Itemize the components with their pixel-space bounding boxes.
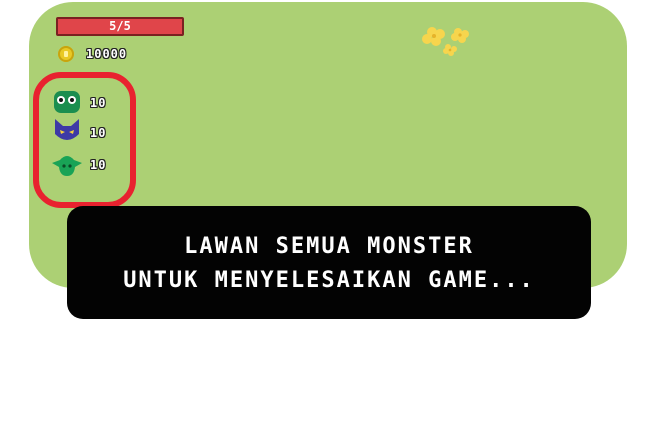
monster-count-3: 10 [90,158,107,172]
monster-counter-panel [33,72,136,208]
coin-icon [58,46,74,62]
green-goblin-monster-icon [52,156,82,176]
green-blob-monster-icon [54,91,80,113]
flowers-decoration [422,27,469,56]
monster-count-2: 10 [90,126,107,140]
dialog-box[interactable]: LAWAN SEMUA MONSTER UNTUK MENYELESAIKAN … [67,206,591,319]
coin-count: 10000 [86,47,128,61]
health-bar: 5/5 [56,17,184,36]
monster-eye [68,96,76,104]
health-text: 5/5 [109,19,131,33]
monster-count-1: 10 [90,96,107,110]
dialog-text-line-2: UNTUK MENYELESAIKAN GAME... [123,268,535,293]
purple-cat-monster-icon [55,119,79,140]
dialog-text-line-1: LAWAN SEMUA MONSTER [184,234,474,259]
monster-eye [57,96,65,104]
